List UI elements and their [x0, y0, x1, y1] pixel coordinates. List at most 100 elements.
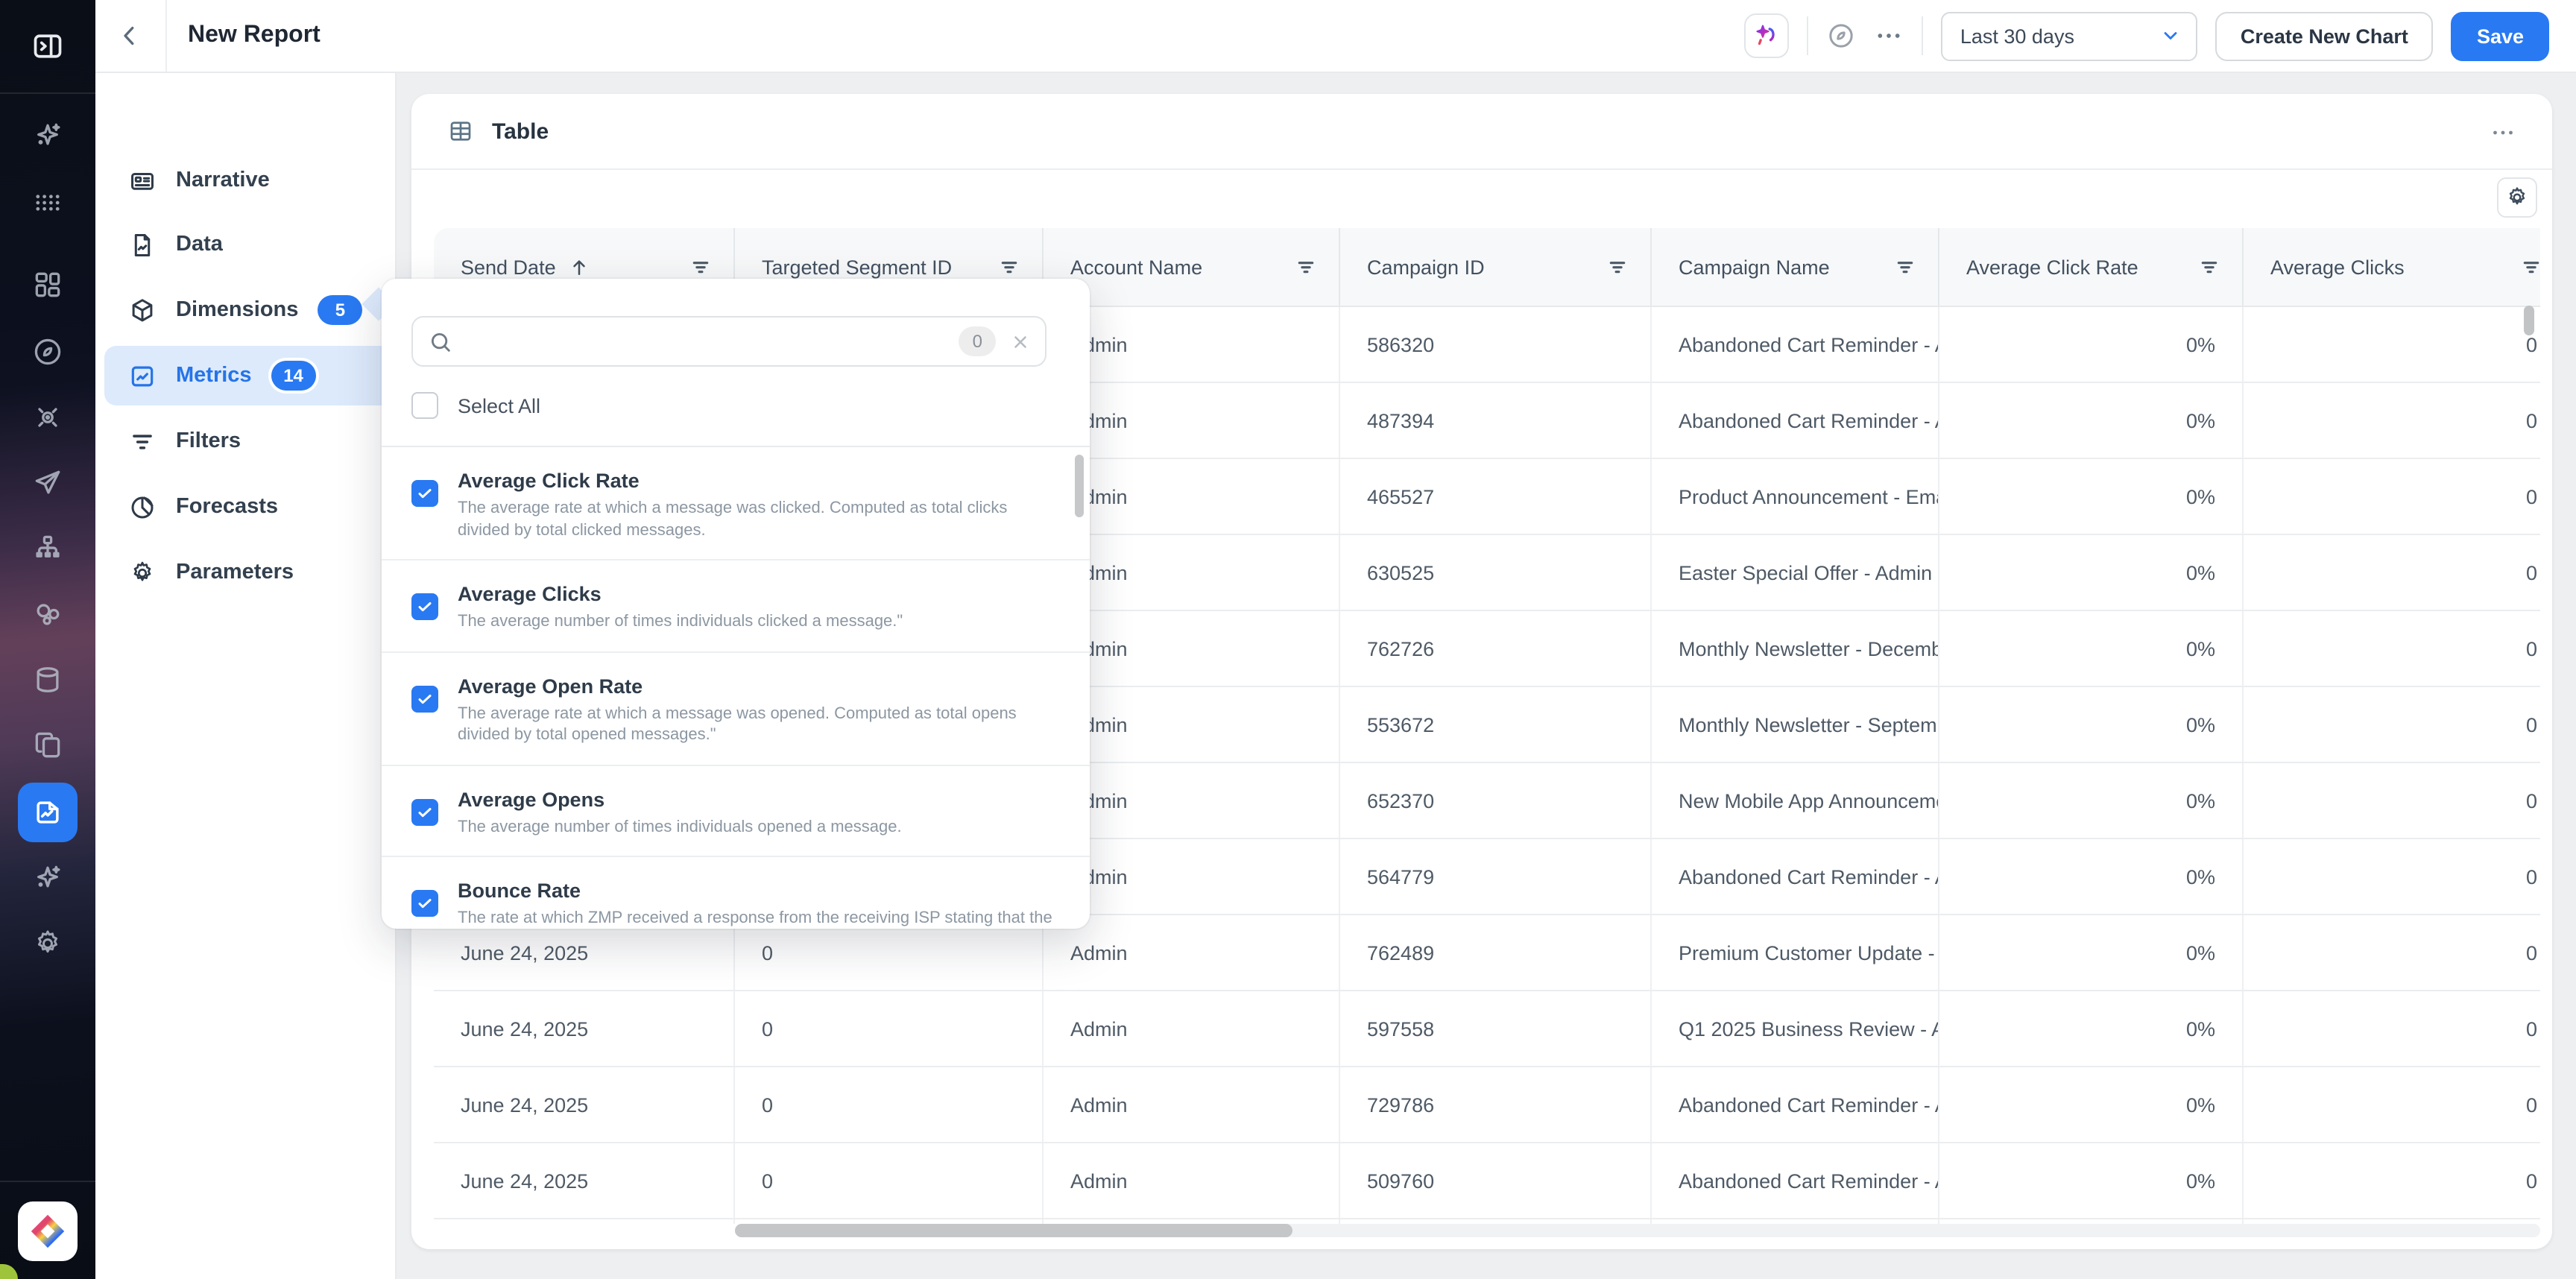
sidebar-item-label: Data [176, 233, 223, 256]
explore-compass-icon[interactable] [1826, 21, 1856, 51]
cell: Admin [1044, 1143, 1340, 1218]
metric-option-bounce-rate[interactable]: Bounce RateThe rate at which ZMP receive… [382, 857, 1090, 929]
column-filter-icon[interactable] [689, 255, 713, 279]
database-icon[interactable] [21, 653, 75, 707]
metric-checkbox[interactable] [411, 480, 438, 507]
more-options-icon[interactable] [1874, 21, 1904, 51]
metric-option-average-click-rate[interactable]: Average Click RateThe average rate at wh… [382, 447, 1090, 560]
sidebar-item-data[interactable]: Data [104, 215, 480, 274]
back-button[interactable] [116, 22, 143, 49]
save-button[interactable]: Save [2452, 11, 2549, 60]
table-row[interactable]: June 24, 20250Admin509760Abandoned Cart … [434, 1143, 2540, 1219]
ai-sparkle-icon[interactable] [21, 109, 75, 162]
column-header-campaign-name[interactable]: Campaign Name [1652, 228, 1939, 306]
panel-toggle-icon[interactable] [21, 19, 75, 73]
horizontal-scrollbar-thumb[interactable] [735, 1224, 1292, 1237]
cell: 0% [1939, 307, 2244, 382]
cell: Admin [1044, 1067, 1340, 1142]
settings-icon[interactable] [21, 917, 75, 970]
panel-more-icon[interactable] [2490, 119, 2516, 146]
search-input[interactable] [465, 319, 959, 364]
cell: 0% [1939, 763, 2244, 838]
column-label: Targeted Segment ID [762, 256, 952, 278]
metric-option-average-clicks[interactable]: Average ClicksThe average number of time… [382, 560, 1090, 652]
table-row[interactable]: June 24, 20250Admin597558Q1 2025 Busines… [434, 991, 2540, 1067]
dashboard-icon[interactable] [21, 258, 75, 312]
compass-icon[interactable] [21, 325, 75, 379]
cell: June 24, 2025 [434, 1143, 735, 1218]
cell: Abandoned Cart Reminder - Ad [1652, 1067, 1939, 1142]
metric-option-average-opens[interactable]: Average OpensThe average number of times… [382, 765, 1090, 857]
metric-option-average-open-rate[interactable]: Average Open Rate The average rate at whi… [382, 652, 1090, 765]
count-badge: 14 [271, 361, 316, 391]
sort-ascending-icon[interactable] [568, 256, 590, 278]
select-all-label: Select All [458, 394, 540, 417]
target-icon[interactable] [21, 391, 75, 444]
column-filter-icon[interactable] [2197, 255, 2221, 279]
sidebar-item-label: Metrics [176, 364, 252, 388]
column-header-average-click-rate[interactable]: Average Click Rate [1939, 228, 2244, 306]
send-icon[interactable] [21, 456, 75, 510]
cell: June 24, 2025 [434, 1067, 735, 1142]
column-filter-icon[interactable] [997, 255, 1021, 279]
cell: 630525 [1340, 535, 1652, 610]
cell: 0% [1939, 611, 2244, 686]
cell: 0 [735, 1067, 1044, 1142]
create-new-chart-button[interactable]: Create New Chart [2215, 11, 2434, 60]
metric-title: Average Opens [458, 783, 902, 812]
metric-title: Bounce Rate [458, 875, 1054, 903]
select-all-row[interactable]: Select All [411, 392, 540, 419]
column-filter-icon[interactable] [1606, 255, 1629, 279]
cell: 509760 [1340, 1143, 1652, 1218]
cell: Admin [1044, 991, 1340, 1066]
clusters-icon[interactable] [21, 587, 75, 641]
sidebar-item-narrative[interactable]: Narrative [104, 151, 480, 210]
cell: Monthly Newsletter - Septembe [1652, 687, 1939, 762]
column-header-average-clicks[interactable]: Average Clicks [2244, 228, 2540, 306]
metric-title: Average Open Rate [458, 670, 1054, 698]
metric-checkbox[interactable] [411, 593, 438, 620]
cell: Abandoned Cart Reminder - Ad [1652, 1143, 1939, 1218]
metric-title: Average Click Rate [458, 465, 1054, 493]
cell: 0% [1939, 1067, 2244, 1142]
cell: 0% [1939, 687, 2244, 762]
rail-divider [0, 92, 95, 94]
search-icon [428, 329, 453, 354]
time-range-select[interactable]: Last 30 days [1941, 11, 2197, 60]
metric-checkbox[interactable] [411, 798, 438, 825]
metric-checkbox[interactable] [411, 890, 438, 917]
apps-grid-icon[interactable] [21, 176, 75, 230]
sparkle-icon[interactable] [21, 851, 75, 905]
cell: 564779 [1340, 839, 1652, 914]
time-range-value: Last 30 days [1960, 25, 2160, 47]
column-header-campaign-id[interactable]: Campaign ID [1340, 228, 1652, 306]
reports-icon[interactable] [18, 783, 78, 842]
popover-scrollbar-thumb[interactable] [1075, 455, 1084, 517]
cell: 0% [1939, 915, 2244, 990]
column-filter-icon[interactable] [1294, 255, 1318, 279]
vertical-scrollbar-thumb[interactable] [2524, 306, 2534, 335]
metric-description: The average rate at which a message was … [458, 703, 1054, 746]
cell: 0% [1939, 839, 2244, 914]
column-filter-icon[interactable] [1893, 255, 1917, 279]
cell: 0 [2244, 535, 2540, 610]
clear-search-icon[interactable] [1011, 332, 1030, 351]
select-all-checkbox[interactable] [411, 392, 438, 419]
cell: 0% [1939, 535, 2244, 610]
metrics-popover: 0 Select All Average Click RateThe avera… [382, 279, 1090, 929]
table-settings-button[interactable] [2497, 177, 2537, 218]
toolbar-divider [1922, 16, 1923, 55]
copy-icon[interactable] [21, 719, 75, 772]
data-icon [128, 230, 157, 259]
ai-wand-button[interactable] [1744, 13, 1789, 58]
column-filter-icon[interactable] [2519, 255, 2540, 279]
table-row[interactable]: June 24, 20250Admin729786Abandoned Cart … [434, 1067, 2540, 1143]
metric-checkbox[interactable] [411, 685, 438, 712]
hierarchy-icon[interactable] [21, 522, 75, 575]
horizontal-scrollbar[interactable] [735, 1224, 2540, 1237]
metric-text: Average ClicksThe average number of time… [458, 578, 903, 633]
cell: 652370 [1340, 763, 1652, 838]
cell: 0 [735, 1143, 1044, 1218]
cell: 465527 [1340, 459, 1652, 534]
brand-logo[interactable] [18, 1201, 78, 1261]
